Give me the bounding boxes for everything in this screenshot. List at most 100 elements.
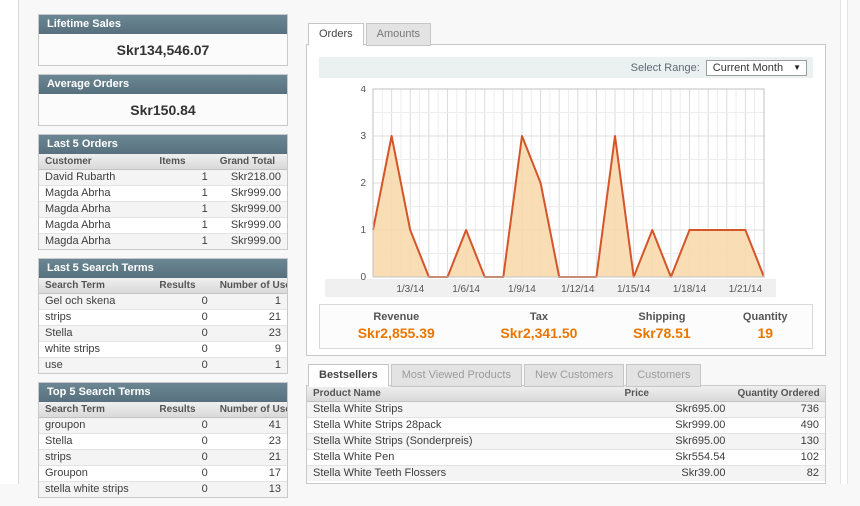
table-cell: 102 <box>731 450 825 466</box>
table-row[interactable]: Magda Abrha1Skr999.00 <box>39 186 287 202</box>
column-header-items: Items <box>153 154 213 170</box>
table-cell: 82 <box>731 466 825 482</box>
table-row[interactable]: Magda Abrha1Skr999.00 <box>39 202 287 218</box>
total-value: 19 <box>719 325 812 341</box>
table-cell: Gel och skena <box>39 294 153 310</box>
reports-tab-strip: BestsellersMost Viewed ProductsNew Custo… <box>308 364 701 387</box>
table-cell: Skr999.00 <box>214 202 287 218</box>
table-cell: Skr39.00 <box>619 466 732 482</box>
total-revenue: RevenueSkr2,855.39 <box>320 311 473 341</box>
tab-orders[interactable]: Orders <box>308 23 364 46</box>
table-cell: 1 <box>153 202 213 218</box>
tab-customers[interactable]: Customers <box>626 364 701 387</box>
table-row[interactable]: David Rubarth1Skr218.00 <box>39 170 287 186</box>
dashboard-sidebar: Lifetime Sales Skr134,546.07 Average Ord… <box>38 14 288 506</box>
table-row[interactable]: Stella023 <box>39 326 287 342</box>
total-tax: Tax Skr2,341.50 <box>473 311 606 341</box>
table-row[interactable]: Groupon017 <box>39 466 287 482</box>
svg-text:2: 2 <box>360 178 366 189</box>
svg-text:4: 4 <box>360 86 366 95</box>
table-cell: white strips <box>39 342 153 358</box>
column-header-customer: Customer <box>39 154 153 170</box>
average-orders-header: Average Orders <box>39 75 287 94</box>
table-cell: 1 <box>214 294 287 310</box>
table-row[interactable]: strips021 <box>39 450 287 466</box>
column-header-quantity-ordered: Quantity Ordered <box>731 386 825 402</box>
lifetime-sales-value: Skr134,546.07 <box>39 34 287 65</box>
total-value: Skr78.51 <box>605 325 718 341</box>
table-row[interactable]: use01 <box>39 358 287 374</box>
table-cell: 0 <box>153 310 213 326</box>
table-cell: 490 <box>731 418 825 434</box>
table-row[interactable]: Magda Abrha1Skr999.00 <box>39 234 287 250</box>
svg-text:1/18/14: 1/18/14 <box>673 284 707 295</box>
table-cell: 17 <box>214 466 287 482</box>
table-row[interactable]: groupon041 <box>39 418 287 434</box>
table-row[interactable]: white strips09 <box>39 342 287 358</box>
tab-amounts[interactable]: Amounts <box>366 23 431 46</box>
last-5-search-terms-header: Last 5 Search Terms <box>39 259 287 278</box>
table-cell: 0 <box>153 434 213 450</box>
top-5-search-terms-table: Search TermResultsNumber of Usesgroupon0… <box>39 402 287 497</box>
table-cell: Skr999.00 <box>214 218 287 234</box>
total-label: Quantity <box>719 311 812 323</box>
total-value: Skr2,855.39 <box>320 325 473 341</box>
table-cell: 0 <box>153 358 213 374</box>
column-header-search-term: Search Term <box>39 402 153 418</box>
top-5-search-terms-header: Top 5 Search Terms <box>39 383 287 402</box>
bestsellers-panel: Product NamePriceQuantity OrderedStella … <box>306 385 826 484</box>
column-header-number-of-uses: Number of Uses <box>214 402 287 418</box>
chevron-down-icon: ▼ <box>793 63 801 72</box>
select-range-label: Select Range: <box>631 62 700 74</box>
total-value: Skr2,341.50 <box>473 325 606 341</box>
svg-text:1/15/14: 1/15/14 <box>617 284 651 295</box>
column-header-number-of-uses: Number of Uses <box>214 278 287 294</box>
total-label: Tax <box>473 311 606 323</box>
page-left-margin <box>0 0 19 484</box>
table-row[interactable]: Stella White PenSkr554.54102 <box>307 450 825 466</box>
table-row[interactable]: Stella White Strips 28packSkr999.00490 <box>307 418 825 434</box>
average-orders-value: Skr150.84 <box>39 94 287 125</box>
orders-area-chart: 012341/3/141/6/141/9/141/12/141/15/141/1… <box>319 86 813 298</box>
table-cell: 23 <box>214 434 287 450</box>
last-5-orders-panel: Last 5 Orders CustomerItemsGrand TotalDa… <box>38 134 288 250</box>
table-cell: 9 <box>214 342 287 358</box>
table-row[interactable]: strips021 <box>39 310 287 326</box>
table-row[interactable]: Stella White Strips (Sonderpreis)Skr695.… <box>307 434 825 450</box>
table-cell: Skr554.54 <box>619 450 732 466</box>
table-cell: Stella White Strips <box>307 402 619 418</box>
last-5-search-terms-table: Search TermResultsNumber of UsesGel och … <box>39 278 287 373</box>
table-cell: 0 <box>153 294 213 310</box>
svg-text:3: 3 <box>360 131 366 142</box>
table-row[interactable]: Stella023 <box>39 434 287 450</box>
table-cell: Magda Abrha <box>39 218 153 234</box>
table-cell: Magda Abrha <box>39 202 153 218</box>
table-cell: Stella <box>39 434 153 450</box>
tab-new-customers[interactable]: New Customers <box>524 364 624 387</box>
chart-tab-strip: OrdersAmounts <box>308 23 431 46</box>
table-cell: 0 <box>153 466 213 482</box>
select-range-dropdown[interactable]: Current Month ▼ <box>706 60 807 76</box>
table-cell: Skr695.00 <box>619 434 732 450</box>
tab-bestsellers[interactable]: Bestsellers <box>308 364 389 387</box>
table-row[interactable]: Stella White Teeth FlossersSkr39.0082 <box>307 466 825 482</box>
column-header-search-term: Search Term <box>39 278 153 294</box>
lifetime-sales-header: Lifetime Sales <box>39 15 287 34</box>
column-header-results: Results <box>153 278 213 294</box>
top-5-search-terms-panel: Top 5 Search Terms Search TermResultsNum… <box>38 382 288 498</box>
table-cell: 1 <box>153 170 213 186</box>
table-row[interactable]: Gel och skena01 <box>39 294 287 310</box>
select-range-value: Current Month <box>713 62 783 74</box>
table-cell: 0 <box>153 326 213 342</box>
table-row[interactable]: Magda Abrha1Skr999.00 <box>39 218 287 234</box>
total-quantity: Quantity 19 <box>719 311 812 341</box>
table-cell: strips <box>39 310 153 326</box>
totals-bar: RevenueSkr2,855.39TaxSkr2,341.50Shipping… <box>319 304 813 349</box>
table-cell: 1 <box>153 218 213 234</box>
table-cell: Skr999.00 <box>214 186 287 202</box>
last-5-search-terms-panel: Last 5 Search Terms Search TermResultsNu… <box>38 258 288 374</box>
page-right-border <box>840 0 848 484</box>
table-row[interactable]: Stella White StripsSkr695.00736 <box>307 402 825 418</box>
tab-most-viewed-products[interactable]: Most Viewed Products <box>391 364 522 387</box>
svg-text:0: 0 <box>360 272 366 283</box>
